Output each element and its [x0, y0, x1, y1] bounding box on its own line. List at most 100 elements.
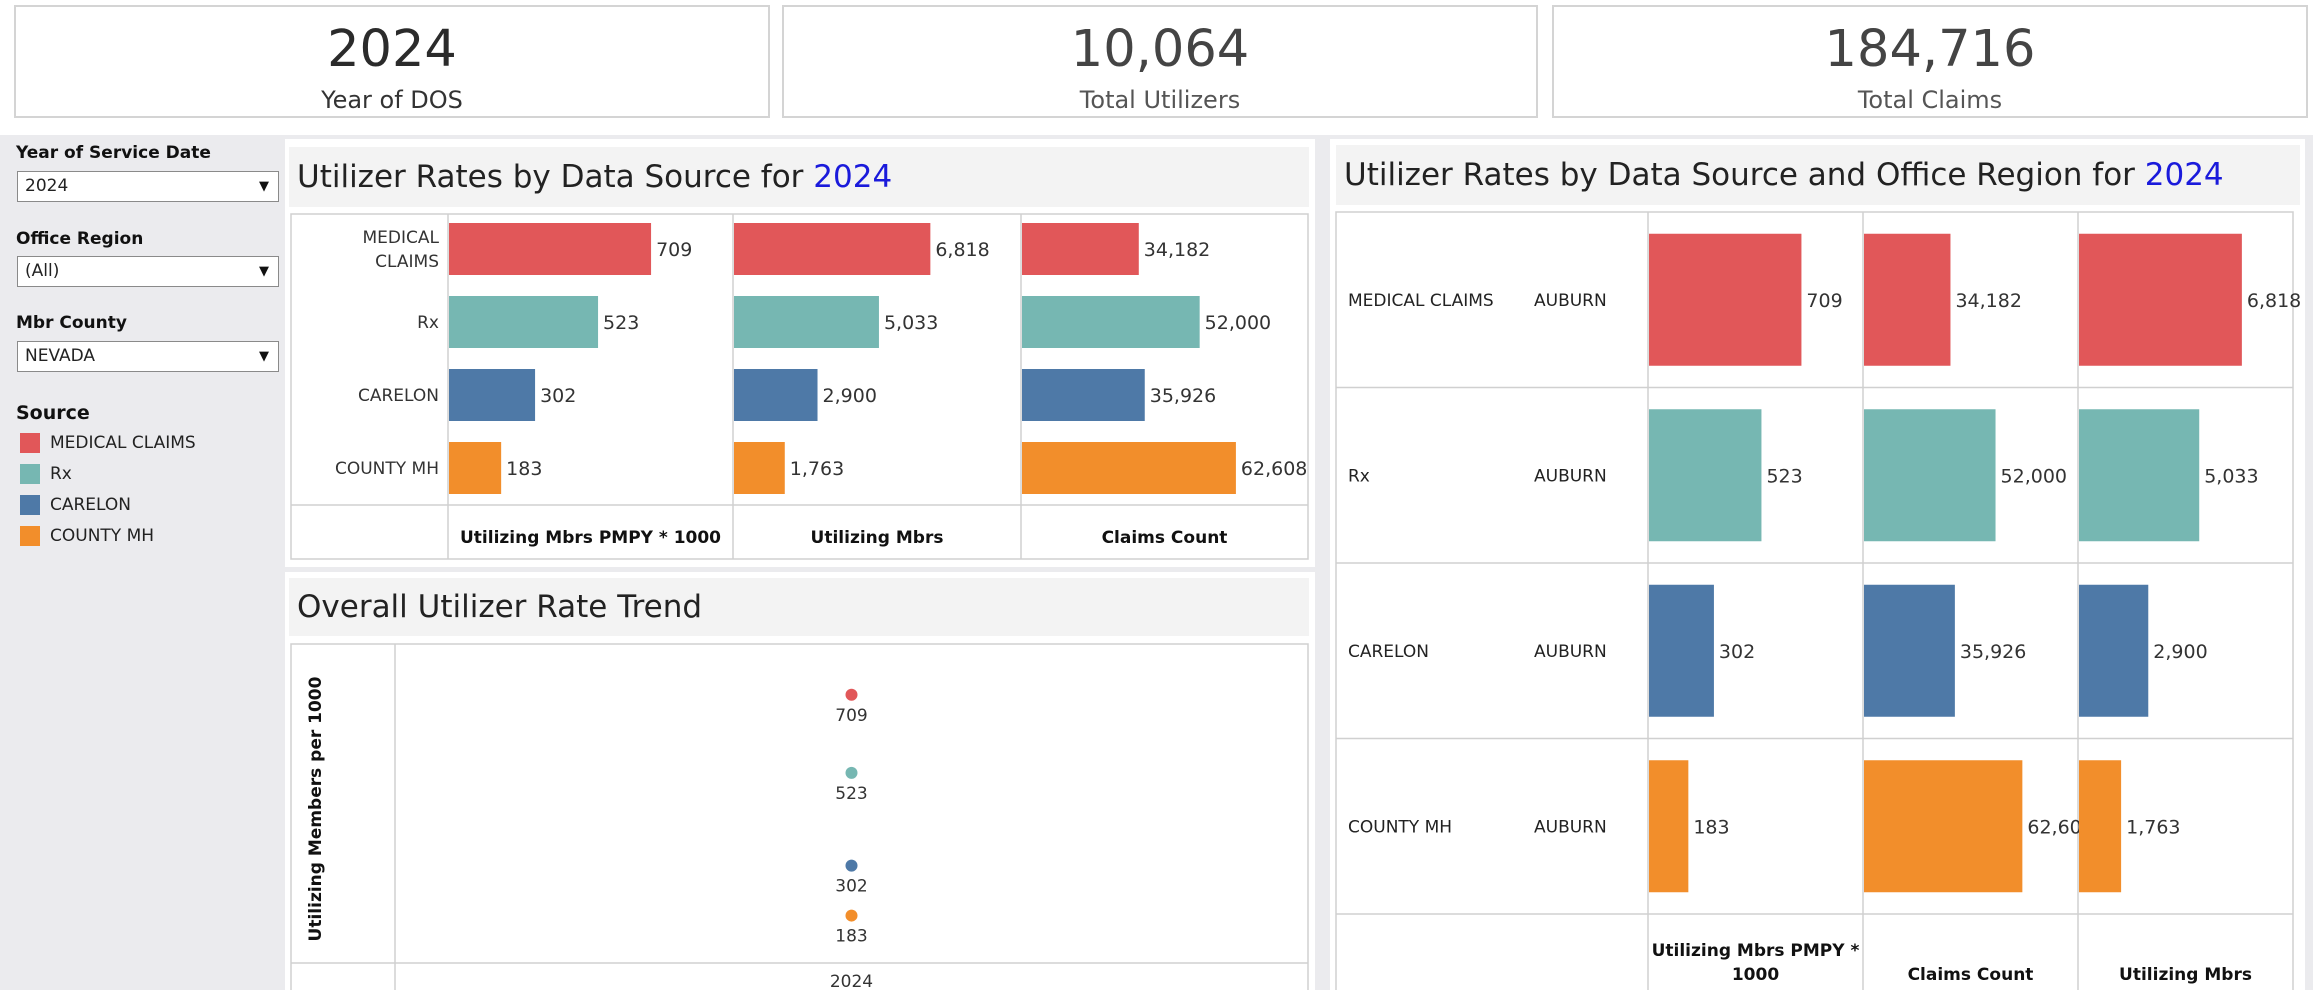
year-filter-value: 2024 [25, 176, 69, 196]
point-county-mh [845, 909, 858, 922]
data-label: 709 [835, 706, 867, 726]
region-filter-title: Office Region [16, 229, 144, 249]
bar-county-mh-claims-count [1022, 442, 1236, 494]
data-label: 35,926 [1150, 385, 1216, 407]
column-header: 1000 [1732, 965, 1779, 985]
chart-frame [290, 643, 1309, 990]
category-label: CARELON [1348, 642, 1429, 662]
column-header: Utilizing Mbrs PMPY * [1652, 941, 1860, 961]
data-label: 523 [1766, 465, 1802, 487]
point-carelon [845, 859, 858, 872]
data-label: 2,900 [2153, 641, 2207, 663]
bar-county-mh-utilizing-mbrs-pmpy-1000 [449, 442, 502, 494]
data-label: 302 [835, 877, 867, 897]
category-label: CARELON [358, 386, 439, 406]
legend-swatch [20, 526, 40, 546]
category-label: MEDICAL [363, 228, 440, 248]
category-label: Rx [417, 313, 439, 333]
bar-rx-claims-count [1864, 409, 1996, 542]
data-label: 709 [1806, 290, 1842, 312]
bar-medical-claims-utilizing-mbrs-pmpy-1000 [1649, 233, 1802, 366]
kpi-total-utilizers: 10,064 Total Utilizers [782, 5, 1538, 118]
legend-label: CARELON [50, 495, 132, 515]
legend-label: MEDICAL CLAIMS [50, 433, 196, 453]
region-label: AUBURN [1534, 817, 1607, 837]
county-filter-select[interactable]: NEVADA ▼ [17, 341, 279, 372]
bar-carelon-claims-count [1022, 369, 1145, 421]
data-label: 302 [1719, 641, 1755, 663]
utilizer-rates-chart: MEDICAL CLAIMS Rx CARELON COUNTY MH 709 523 302… [290, 213, 1309, 560]
data-label: 34,182 [1144, 239, 1210, 261]
chevron-down-icon: ▼ [259, 349, 269, 364]
panel-region-rates: Utilizer Rates by Data Source and Office… [1330, 139, 2305, 990]
region-rates-chart: MEDICAL CLAIMS AUBURN 709 34,182 6,818 Rx AUBU… [1335, 211, 2301, 990]
year-filter-select[interactable]: 2024 ▼ [17, 171, 279, 202]
y-axis-label: Utilizing Members per 1000 [306, 676, 326, 941]
kpi-year: 2024 Year of DOS [14, 5, 770, 118]
kpi-year-label: Year of DOS [321, 86, 463, 114]
bar-county-mh-claims-count [1864, 760, 2023, 893]
legend-label: COUNTY MH [50, 526, 155, 546]
data-label: 62,608 [1241, 458, 1307, 480]
bar-county-mh-utilizing-mbrs-pmpy-1000 [1649, 760, 1689, 893]
data-label: 183 [1693, 816, 1729, 838]
region-filter-select[interactable]: (All) ▼ [17, 256, 279, 287]
data-label: 523 [603, 312, 639, 334]
category-label: CLAIMS [375, 252, 439, 272]
data-label: 1,763 [2126, 816, 2180, 838]
data-label: 709 [656, 239, 692, 261]
bar-carelon-utilizing-mbrs [2079, 584, 2149, 717]
rate-trend-chart: Utilizing Members per 1000 709 523 302 183 20… [290, 643, 1309, 990]
data-label: 183 [506, 458, 542, 480]
legend-swatch [20, 495, 40, 515]
bar-county-mh-utilizing-mbrs [734, 442, 785, 494]
kpi-total-claims: 184,716 Total Claims [1552, 5, 2308, 118]
county-filter-value: NEVADA [25, 346, 96, 366]
legend-swatch [20, 464, 40, 484]
kpi-claims-label: Total Claims [1857, 86, 2003, 114]
panel-rate-trend: Overall Utilizer Rate Trend Utilizing Me… [285, 572, 1315, 990]
region-filter-value: (All) [25, 261, 60, 281]
legend-title: Source [16, 402, 90, 424]
bar-carelon-claims-count [1864, 584, 1955, 717]
bar-rx-utilizing-mbrs [734, 296, 879, 348]
kpi-claims-value: 184,716 [1824, 20, 2036, 79]
category-label: Rx [1348, 466, 1370, 486]
data-label: 52,000 [1205, 312, 1271, 334]
data-label: 183 [835, 927, 867, 947]
data-label: 5,033 [2204, 465, 2258, 487]
category-label: MEDICAL CLAIMS [1348, 291, 1494, 311]
region-label: AUBURN [1534, 466, 1607, 486]
bar-carelon-utilizing-mbrs-pmpy-1000 [1649, 584, 1714, 717]
data-label: 5,033 [884, 312, 938, 334]
category-label: COUNTY MH [1348, 817, 1452, 837]
data-label: 6,818 [2247, 290, 2301, 312]
data-label: 35,926 [1960, 641, 2026, 663]
data-label: 6,818 [935, 239, 989, 261]
kpi-utilizers-value: 10,064 [1070, 20, 1250, 79]
column-header: Utilizing Mbrs [2119, 965, 2252, 985]
region-label: AUBURN [1534, 642, 1607, 662]
column-header: Utilizing Mbrs PMPY * 1000 [460, 528, 721, 548]
data-label: 34,182 [1955, 290, 2021, 312]
data-label: 302 [540, 385, 576, 407]
bar-carelon-utilizing-mbrs [734, 369, 818, 421]
bar-medical-claims-utilizing-mbrs-pmpy-1000 [449, 223, 652, 275]
column-header: Claims Count [1908, 965, 2034, 985]
chevron-down-icon: ▼ [259, 179, 269, 194]
column-header: Utilizing Mbrs [811, 528, 944, 548]
legend-swatch [20, 433, 40, 453]
bar-rx-utilizing-mbrs-pmpy-1000 [1649, 409, 1762, 542]
data-label: 523 [835, 784, 867, 804]
legend-label: Rx [50, 464, 72, 484]
point-rx [845, 766, 858, 779]
bar-rx-claims-count [1022, 296, 1200, 348]
region-label: AUBURN [1534, 291, 1607, 311]
bar-carelon-utilizing-mbrs-pmpy-1000 [449, 369, 536, 421]
column-header: Claims Count [1102, 528, 1228, 548]
data-label: 2,900 [823, 385, 877, 407]
kpi-year-value: 2024 [327, 20, 457, 79]
category-label: COUNTY MH [335, 459, 439, 479]
bar-medical-claims-claims-count [1022, 223, 1139, 275]
bar-county-mh-utilizing-mbrs [2079, 760, 2122, 893]
